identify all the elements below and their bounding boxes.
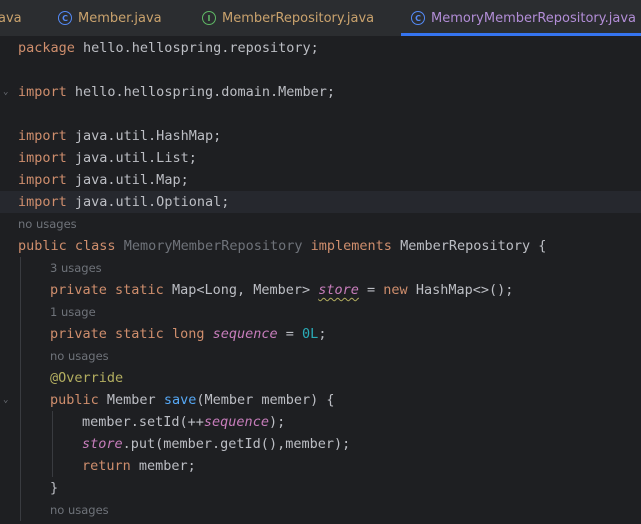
indent-guide: [52, 411, 53, 477]
sequence-field-line: private static long sequence = 0L;: [50, 326, 327, 342]
store-field-line: private static Map<Long, Member> store =…: [50, 282, 514, 298]
interface-icon: I: [202, 11, 216, 25]
tab-member-repository-java[interactable]: I MemberRepository.java: [202, 0, 374, 36]
tab-label: ava: [0, 10, 22, 26]
import-line: import hello.hellospring.domain.Member;: [18, 84, 335, 100]
fold-arrow-icon[interactable]: ⌄: [3, 81, 13, 103]
fold-arrow-icon[interactable]: ⌄: [3, 389, 13, 411]
tab-label: MemoryMemberRepository.java: [431, 10, 636, 26]
tab-member-java[interactable]: C Member.java: [58, 0, 162, 36]
usage-hint[interactable]: no usages: [50, 345, 109, 367]
usage-hint[interactable]: 3 usages: [50, 257, 102, 279]
usage-hint[interactable]: no usages: [18, 213, 77, 235]
method-body-line: store.put(member.getId(),member);: [82, 436, 351, 452]
import-line: import java.util.Map;: [18, 172, 189, 188]
method-close-brace: }: [50, 480, 59, 496]
tab-memory-member-repository-java[interactable]: C MemoryMemberRepository.java: [401, 0, 641, 36]
save-method-declaration-line: public Member save(Member member) {: [50, 392, 335, 408]
tab-label: MemberRepository.java: [222, 10, 375, 26]
override-annotation-line: @Override: [50, 370, 124, 386]
tab-partial-file[interactable]: ava: [0, 0, 22, 36]
import-line: import java.util.List;: [18, 150, 197, 166]
class-icon: C: [58, 11, 72, 25]
usage-hint[interactable]: 1 usage: [50, 301, 96, 323]
usage-hint[interactable]: no usages: [50, 499, 109, 521]
class-icon: C: [411, 11, 425, 25]
indent-guide: [20, 257, 21, 521]
editor-tab-bar: ava C Member.java I MemberRepository.jav…: [0, 0, 641, 37]
package-line: package hello.hellospring.repository;: [18, 40, 319, 56]
tab-label: Member.java: [78, 10, 162, 26]
import-line: import java.util.Optional;: [18, 194, 230, 210]
class-declaration-line: public class MemoryMemberRepository impl…: [18, 238, 547, 254]
method-body-line: return member;: [82, 458, 196, 474]
method-body-line: member.setId(++sequence);: [82, 414, 286, 430]
import-line: import java.util.HashMap;: [18, 128, 222, 144]
code-editor[interactable]: ⌄ ⌄ package hello.hellospring.repository…: [0, 37, 641, 524]
